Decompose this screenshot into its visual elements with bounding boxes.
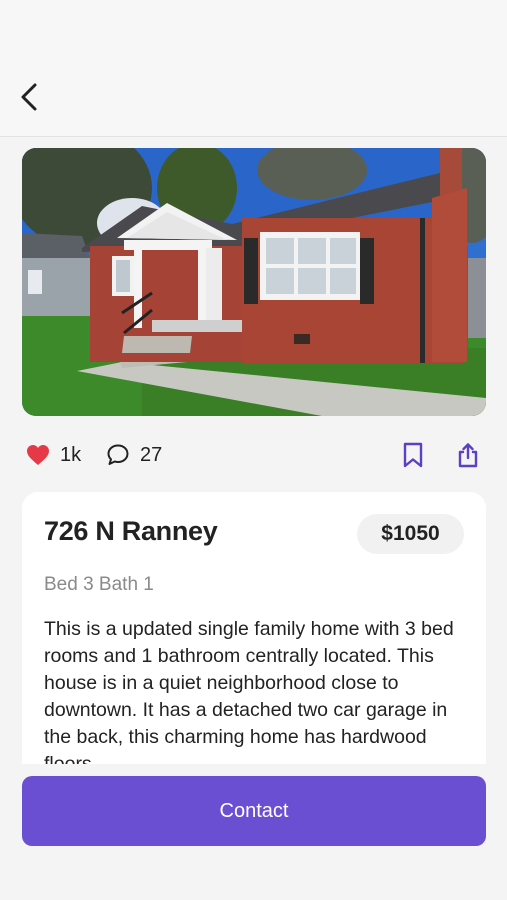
bookmark-icon bbox=[403, 442, 423, 468]
likes-count: 1k bbox=[60, 443, 82, 466]
like-button[interactable]: 1k bbox=[26, 436, 81, 474]
listing-title: 726 N Ranney bbox=[44, 516, 218, 546]
listing-description: This is a updated single family home wit… bbox=[44, 618, 454, 764]
back-button[interactable] bbox=[12, 80, 46, 114]
listing-card: 726 N Ranney $1050 Bed 3 Bath 1 This is … bbox=[22, 492, 486, 764]
comment-icon bbox=[107, 444, 129, 465]
house-photo[interactable] bbox=[22, 148, 486, 416]
chevron-left-icon bbox=[21, 83, 37, 111]
share-button[interactable] bbox=[456, 436, 480, 474]
beds-baths: Bed 3 Bath 1 bbox=[44, 574, 154, 595]
action-bar: 1k 27 bbox=[22, 436, 486, 474]
heart-icon bbox=[27, 445, 49, 465]
comment-button[interactable]: 27 bbox=[106, 436, 162, 474]
share-icon bbox=[458, 443, 478, 468]
comments-count: 27 bbox=[140, 443, 163, 466]
contact-button[interactable]: Contact bbox=[22, 776, 486, 846]
top-bar bbox=[0, 0, 507, 137]
price-badge: $1050 bbox=[357, 514, 464, 554]
bookmark-button[interactable] bbox=[402, 436, 424, 474]
